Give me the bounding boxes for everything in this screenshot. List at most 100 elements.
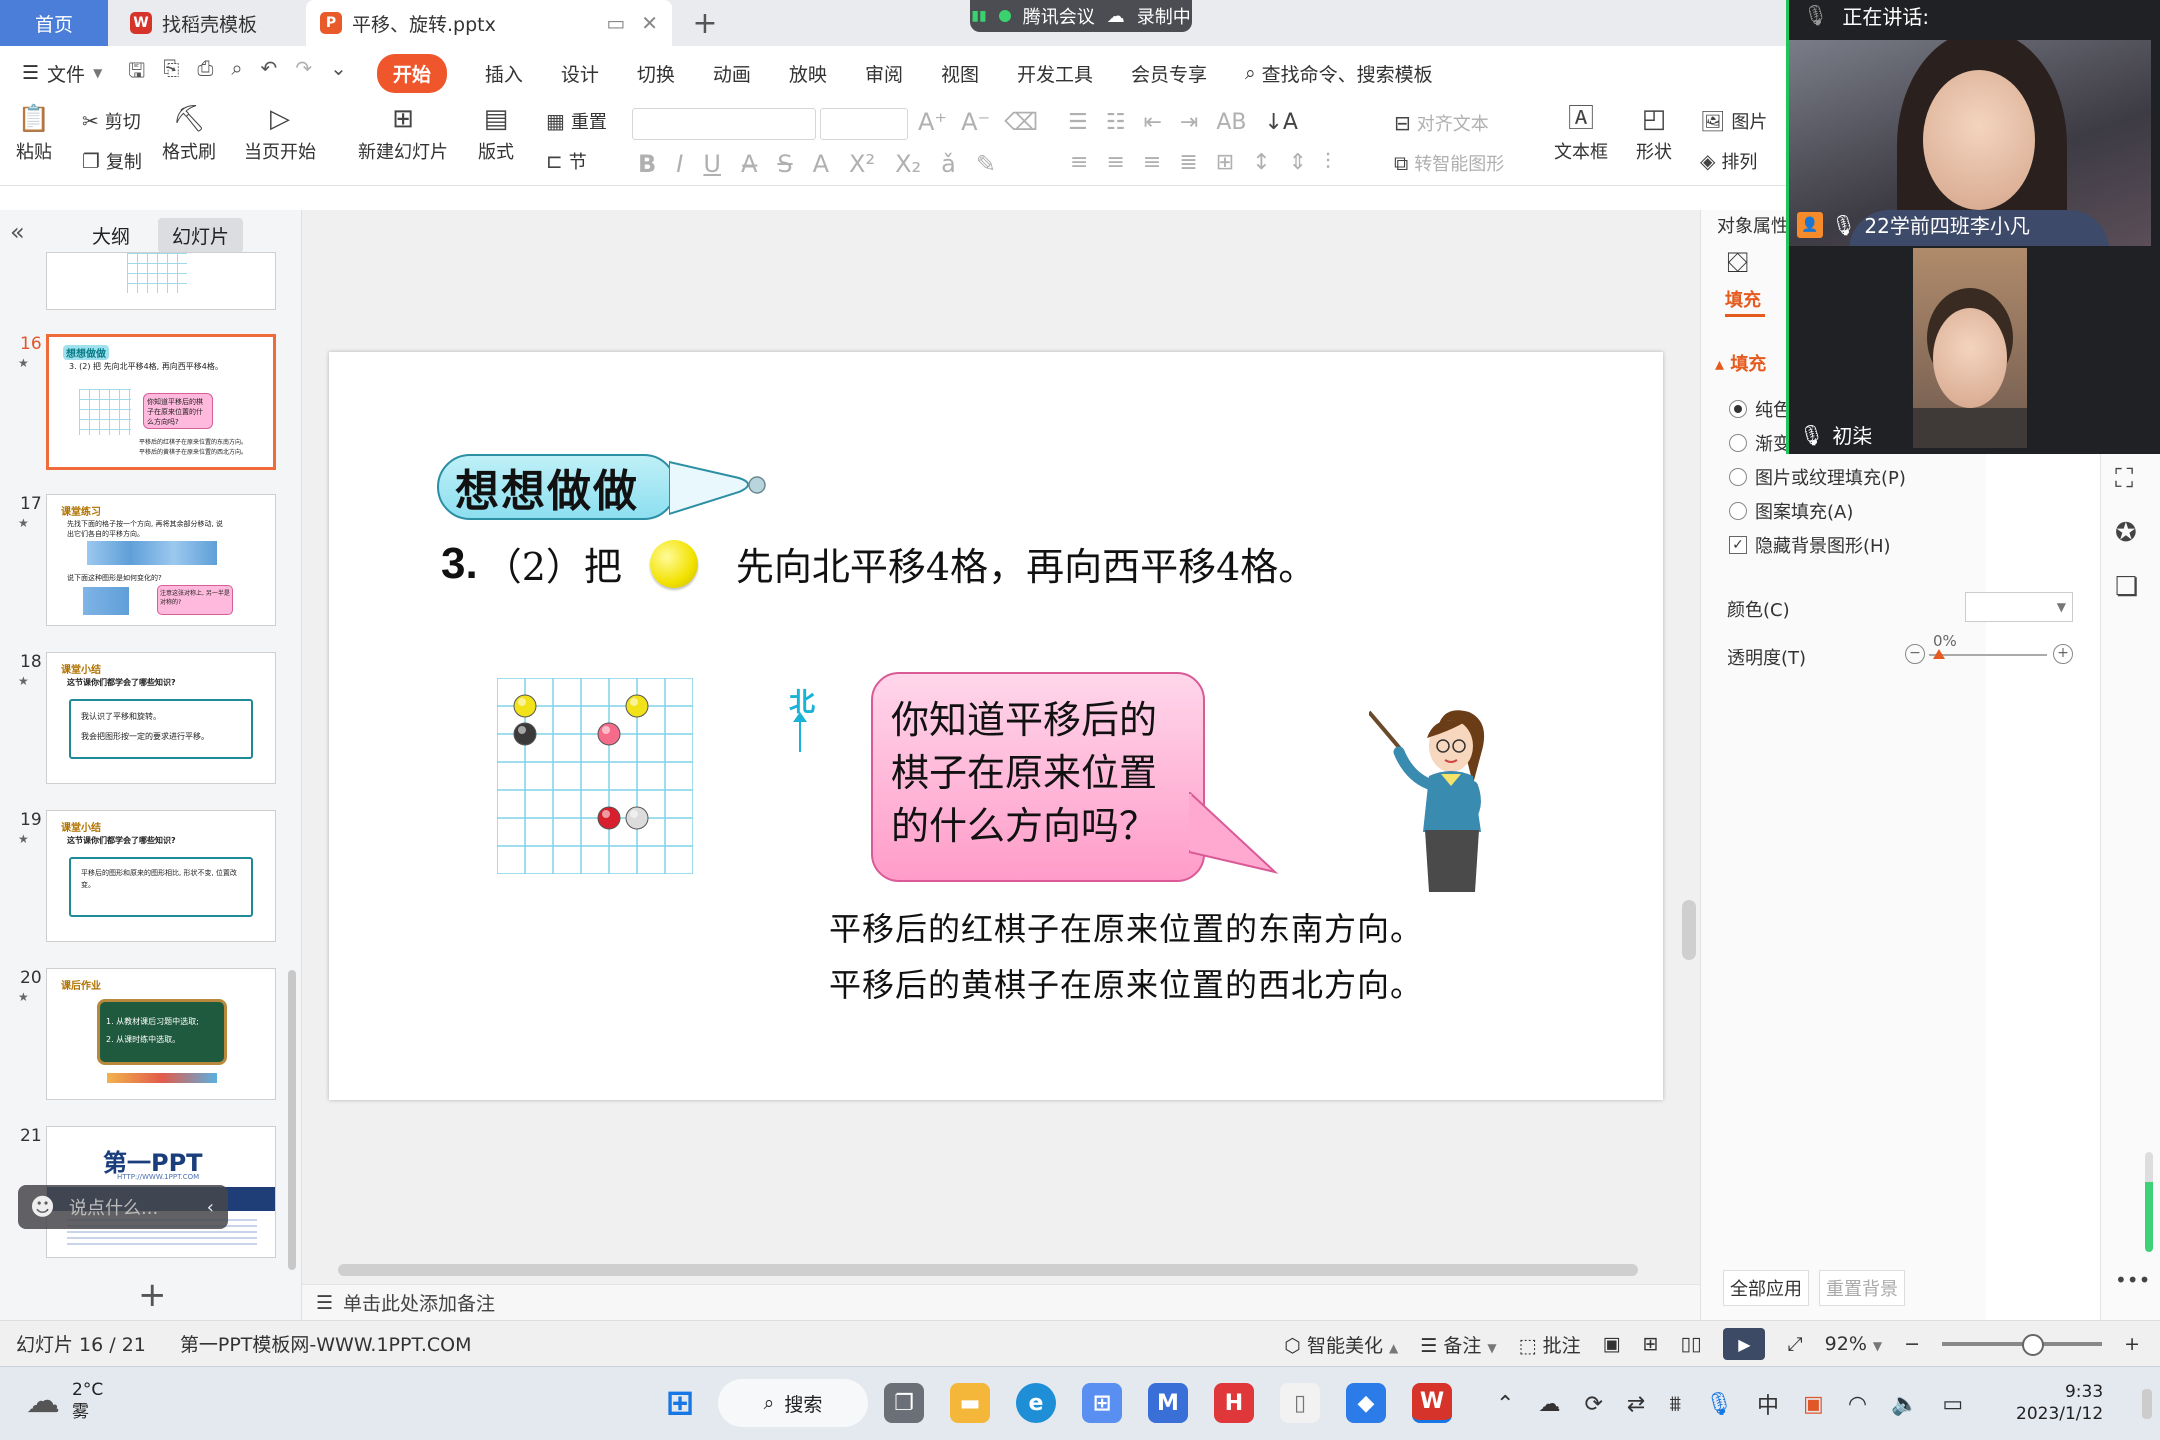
font-family-select[interactable] xyxy=(632,108,816,140)
fill-solid-option[interactable]: 纯色 xyxy=(1729,396,1791,422)
fit-window-icon[interactable]: ⤢ xyxy=(1787,1333,1802,1355)
participant-video-1[interactable]: 👤 🎙 22学前四班李小凡 xyxy=(1789,40,2151,246)
bold-icon[interactable]: B xyxy=(638,150,656,178)
sync-icon[interactable]: ⟳ xyxy=(1584,1392,1602,1417)
highlight-icon[interactable]: ✎ xyxy=(976,150,996,178)
export-pdf-icon[interactable]: ⎘ xyxy=(163,56,179,90)
smart-beautify-button[interactable]: ⬡ 智能美化 ▲ xyxy=(1284,1331,1398,1358)
line-spacing-icon[interactable]: ↕ xyxy=(1252,150,1270,175)
wps-office-icon[interactable]: W xyxy=(1412,1383,1452,1423)
sort-icon[interactable]: ↓A xyxy=(1265,110,1298,135)
answer-line-2[interactable]: 平移后的黄棋子在原来位置的西北方向。 xyxy=(829,960,1423,1006)
hide-background-option[interactable]: ✓ 隐藏背景图形(H) xyxy=(1729,532,1891,558)
props-tab-fill[interactable]: 填充 xyxy=(1725,286,1761,312)
close-tab-icon[interactable]: ✕ xyxy=(641,11,658,35)
minus-icon[interactable]: − xyxy=(1905,644,1925,664)
media-icon[interactable]: ⩩ xyxy=(1669,1392,1681,1417)
radio-solid[interactable] xyxy=(1729,400,1747,418)
chat-input-bar[interactable]: ☻ 说点什么... ‹ xyxy=(18,1185,228,1229)
ribbon-tab-insert[interactable]: 插入 xyxy=(485,60,523,87)
add-slide-icon[interactable]: + xyxy=(138,1275,167,1315)
fill-pattern-option[interactable]: 图案填充(A) xyxy=(1729,498,1853,524)
tab-template[interactable]: W 找稻壳模板 xyxy=(118,0,298,46)
undo-icon[interactable]: ↶ xyxy=(261,56,278,90)
save-icon[interactable]: 🖫 xyxy=(128,56,145,90)
zoom-out-icon[interactable]: − xyxy=(1904,1333,1920,1355)
arrange-button[interactable]: ◈ 排列 xyxy=(1700,148,1757,174)
zoom-select[interactable]: 92% ▼ xyxy=(1825,1333,1883,1355)
apply-all-button[interactable]: 全部应用 xyxy=(1723,1270,1809,1306)
normal-view-icon[interactable]: ▣ xyxy=(1603,1333,1621,1355)
underline-icon[interactable]: U xyxy=(703,150,721,178)
taskbar-search[interactable]: ⌕ 搜索 xyxy=(718,1379,868,1427)
task-view-icon[interactable]: ❐ xyxy=(884,1383,924,1423)
radio-pattern[interactable] xyxy=(1729,502,1747,520)
huawei-app-icon[interactable]: H xyxy=(1214,1383,1254,1423)
email-app-icon[interactable]: M xyxy=(1148,1383,1188,1423)
ribbon-tab-slideshow[interactable]: 放映 xyxy=(789,60,827,87)
strikethrough-icon[interactable]: S xyxy=(777,150,792,178)
comments-button[interactable]: ⬚ 批注 xyxy=(1519,1331,1581,1358)
font-size-select[interactable] xyxy=(820,108,908,140)
textbox-button[interactable]: 🄰 文本框 xyxy=(1554,106,1608,164)
layout-button[interactable]: ▤ 版式 xyxy=(478,106,514,164)
bullet-list-icon[interactable]: ☰ xyxy=(1068,110,1088,135)
paragraph-spacing-icon[interactable]: ⇕ xyxy=(1289,150,1307,175)
align-right-icon[interactable]: ≡ xyxy=(1143,150,1161,175)
customize-icon[interactable]: ⌄ xyxy=(330,56,347,90)
plus-icon[interactable]: + xyxy=(2053,644,2073,664)
reading-view-icon[interactable]: ▯▯ xyxy=(1681,1333,1702,1355)
play-from-current-button[interactable]: ▷ 当页开始 xyxy=(244,106,316,164)
fill-picture-option[interactable]: 图片或纹理填充(P) xyxy=(1729,464,1906,490)
shape-button[interactable]: ◰ 形状 xyxy=(1636,106,1672,164)
slide-16[interactable]: 想想做做 3. （2）把 先向北平移4格，再向西平移4格。 北 你知道平移后的棋… xyxy=(329,352,1663,1100)
horizontal-scrollbar[interactable] xyxy=(320,1260,1680,1278)
slide-editor-canvas[interactable]: 想想做做 3. （2）把 先向北平移4格，再向西平移4格。 北 你知道平移后的棋… xyxy=(302,210,1700,1320)
taskbar-clock[interactable]: 9:33 2023/1/12 xyxy=(2016,1381,2103,1425)
file-explorer-icon[interactable]: ▬ xyxy=(950,1383,990,1423)
chevron-up-icon[interactable]: ⌃ xyxy=(1496,1392,1514,1417)
ribbon-tab-animation[interactable]: 动画 xyxy=(713,60,751,87)
answer-line-1[interactable]: 平移后的红棋子在原来位置的东南方向。 xyxy=(829,904,1423,950)
font-shrink-icon[interactable]: A⁻ xyxy=(961,108,990,136)
animation-icon[interactable]: ✪ xyxy=(2115,518,2137,548)
play-slideshow-button[interactable]: ▶ xyxy=(1723,1328,1766,1360)
detach-window-icon[interactable]: ▭ xyxy=(606,11,625,35)
template-name[interactable]: 第一PPT模板网-WWW.1PPT.COM xyxy=(180,1330,472,1357)
ribbon-tab-review[interactable]: 审阅 xyxy=(865,60,903,87)
smiley-icon[interactable]: ☻ xyxy=(30,1193,55,1221)
section-button[interactable]: ⊏ 节 xyxy=(546,148,587,174)
store-icon[interactable]: ⊞ xyxy=(1082,1383,1122,1423)
paste-button[interactable]: 📋 粘贴 xyxy=(16,106,52,164)
edge-browser-icon[interactable]: e xyxy=(1016,1383,1056,1423)
fill-gradient-option[interactable]: 渐变 xyxy=(1729,430,1791,456)
fill-section-header[interactable]: ▴ 填充 xyxy=(1715,350,1766,376)
onedrive-icon[interactable]: ☁ xyxy=(1538,1392,1560,1417)
meeting-app-icon[interactable]: ◆ xyxy=(1346,1383,1386,1423)
ribbon-tab-view[interactable]: 视图 xyxy=(941,60,979,87)
command-search[interactable]: ⌕ 查找命令、搜索模板 xyxy=(1245,60,1433,87)
picture-button[interactable]: 🖼 图片 xyxy=(1700,108,1767,134)
slide-heading-banner[interactable]: 想想做做 xyxy=(437,454,677,520)
app-tray-icon[interactable]: ▣ xyxy=(1803,1392,1824,1417)
microphone-tray-icon[interactable]: 🎙 xyxy=(1705,1392,1733,1417)
text-direction-icon[interactable]: AB xyxy=(1216,110,1246,135)
tab-document[interactable]: P 平移、旋转.pptx ▭ ✕ xyxy=(306,0,672,46)
style-icon[interactable]: ⛶ xyxy=(2115,464,2133,495)
participant-video-2[interactable] xyxy=(1913,248,2027,448)
redo-icon[interactable]: ↷ xyxy=(295,56,312,90)
color-picker[interactable]: ▼ xyxy=(1965,592,2073,622)
transparency-thumb[interactable] xyxy=(1933,649,1945,659)
format-painter-button[interactable]: ⛏ 格式刷 xyxy=(162,106,216,164)
tab-outline[interactable]: 大纲 xyxy=(78,218,144,253)
radio-picture[interactable] xyxy=(1729,468,1747,486)
tab-home[interactable]: 首页 xyxy=(0,0,108,46)
notes-bar[interactable]: ☰ 单击此处添加备注 xyxy=(302,1284,1700,1320)
font-grow-icon[interactable]: A⁺ xyxy=(918,108,947,136)
ribbon-tab-member[interactable]: 会员专享 xyxy=(1131,60,1207,87)
clear-format-icon[interactable]: ⌫ xyxy=(1004,108,1038,136)
distribute-icon[interactable]: ⊞ xyxy=(1216,150,1234,175)
font-color-icon[interactable]: A xyxy=(813,150,829,178)
smart-shape-button[interactable]: ⧉ 转智能图形 xyxy=(1394,150,1504,176)
reset-background-button[interactable]: 重置背景 xyxy=(1819,1270,1905,1306)
